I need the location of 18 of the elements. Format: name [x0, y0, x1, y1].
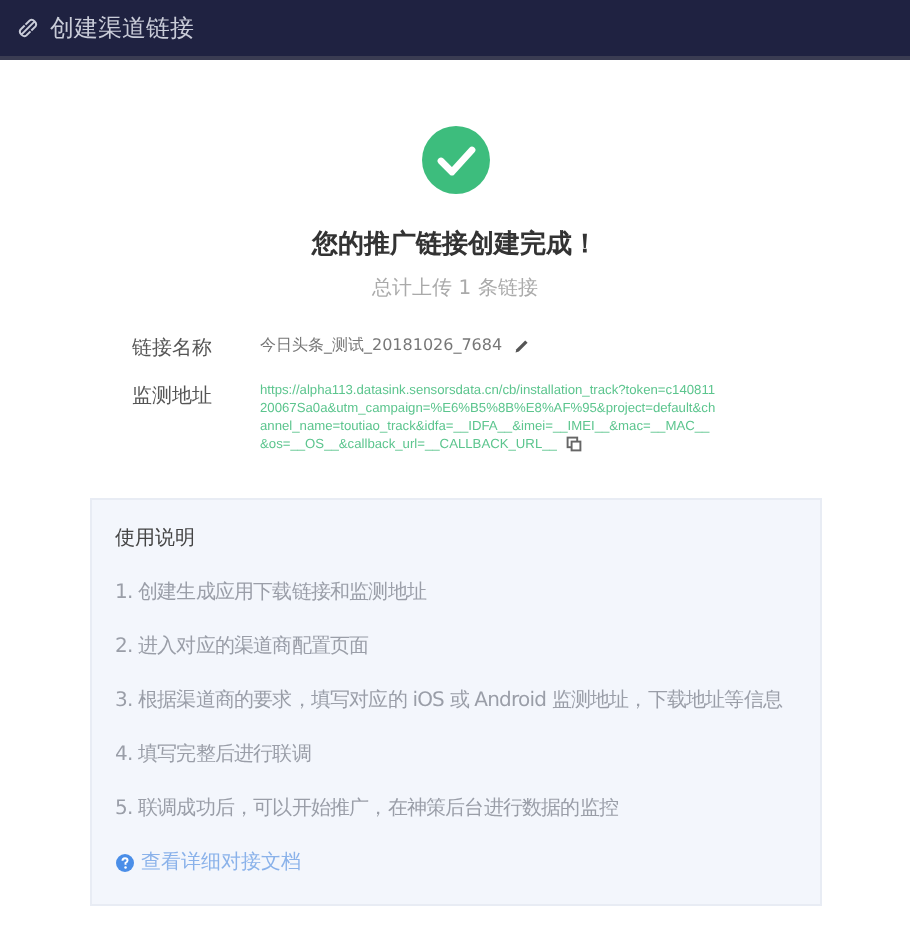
instruction-step: 4. 填写完整后进行联调 — [115, 740, 795, 768]
copy-icon[interactable] — [566, 436, 583, 453]
instruction-step: 1. 创建生成应用下载链接和监测地址 — [115, 578, 795, 606]
link-icon — [18, 18, 38, 38]
instructions-title: 使用说明 — [115, 526, 197, 552]
help-icon — [115, 853, 133, 871]
instruction-step: 2. 进入对应的渠道商配置页面 — [115, 632, 795, 660]
instruction-step: 5. 联调成功后，可以开始推广，在神策后台进行数据的监控 — [115, 794, 795, 822]
field-label: 链接名称 — [132, 335, 214, 362]
pencil-icon[interactable] — [514, 337, 531, 353]
docs-link[interactable]: 查看详细对接文档 — [141, 848, 301, 876]
link-name-value: 今日头条_测试_20181026_7684 — [260, 334, 503, 356]
field-label: 监测地址 — [132, 383, 214, 410]
page-title: 创建渠道链接 — [50, 11, 194, 45]
success-check-icon — [421, 126, 489, 194]
instruction-step: 3. 根据渠道商的要求，填写对应的 iOS 或 Android 监测地址，下载地址等信息 — [115, 686, 795, 714]
result-subtitle: 总计上传 1 条链接 — [372, 275, 538, 302]
result-title: 您的推广链接创建完成！ — [312, 227, 598, 262]
